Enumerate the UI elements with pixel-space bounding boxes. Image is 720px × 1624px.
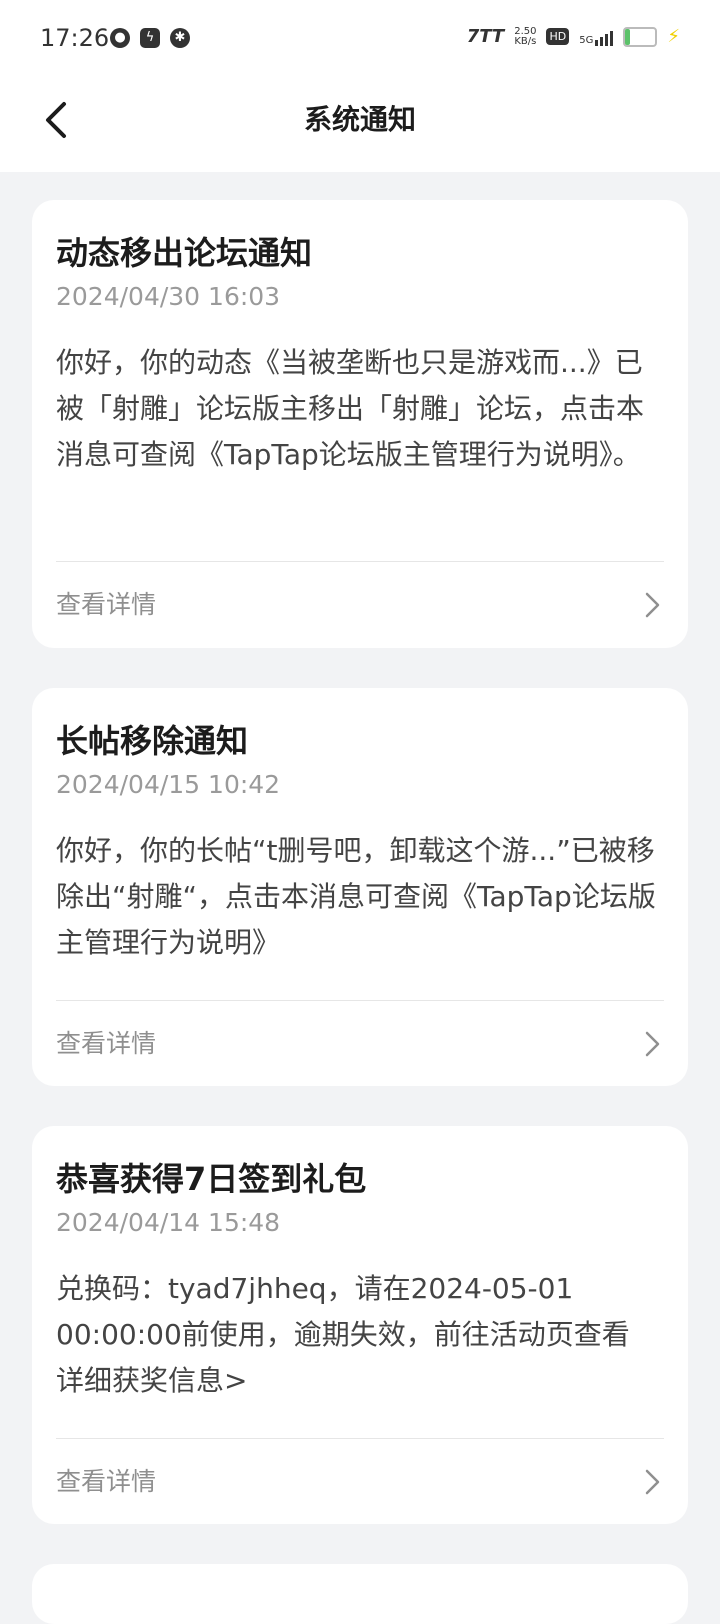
notification-body: 你好，你的动态《当被垄断也只是游戏而...》已被「射雕」论坛版主移出「射雕」论坛… [56,346,645,471]
notification-body: 你好，你的长帖“t删号吧，卸载这个游...”已被移除出“射雕“，点击本消息可查阅… [56,834,656,959]
battery-level: 14 [633,29,648,43]
status-bar: 17:26 ● ϟ ✱ 7TT 2.50 KB/s HD 5G 14 ⚡ [0,0,720,80]
view-details-link[interactable]: 查看详情 [32,1004,688,1084]
notification-card-partial[interactable] [32,1564,688,1624]
signal-icon: 5G [579,28,614,46]
notification-card[interactable]: 恭喜获得7日签到礼包 2024/04/14 15:48 兑换码：tyad7jhh… [32,1126,688,1524]
notification-time: 2024/04/15 10:42 [56,770,281,799]
notification-title: 恭喜获得7日签到礼包 [56,1160,367,1198]
chevron-right-icon [645,592,660,618]
notification-time: 2024/04/14 15:48 [56,1208,281,1237]
view-details-label: 查看详情 [56,1467,157,1496]
notification-time: 2024/04/30 16:03 [56,282,281,311]
page-title: 系统通知 [303,103,416,136]
divider [56,561,664,562]
gear-icon: ✱ [170,28,190,48]
network-speed: 2.50 KB/s [514,25,537,47]
view-details-link[interactable]: 查看详情 [32,565,688,645]
hd-icon: HD [546,28,570,45]
flash-icon: ϟ [140,28,160,48]
divider [56,1000,664,1001]
status-time: 17:26 [40,24,110,52]
notification-card[interactable]: 动态移出论坛通知 2024/04/30 16:03 你好，你的动态《当被垄断也只… [32,200,688,648]
chevron-right-icon [645,1031,660,1057]
chevron-right-icon [645,1469,660,1495]
notification-title: 长帖移除通知 [56,722,249,760]
view-details-label: 查看详情 [56,1029,157,1058]
view-details-link[interactable]: 查看详情 [32,1442,688,1522]
cat-icon: ● [110,28,130,48]
carrier-logo-icon: 7TT [466,26,505,47]
view-details-label: 查看详情 [56,590,157,619]
notification-body: 兑换码：tyad7jhheq，请在2024-05-01 00:00:00前使用，… [56,1272,630,1397]
status-left-icons: ● ϟ ✱ [110,28,190,48]
notification-title: 动态移出论坛通知 [56,234,313,272]
divider [56,1438,664,1439]
nav-bar: 系统通知 [0,80,720,172]
battery-icon: 14 [623,26,658,47]
status-right-icons: 7TT 2.50 KB/s HD 5G 14 ⚡ [467,26,680,47]
charging-icon: ⚡ [667,26,680,47]
notification-card[interactable]: 长帖移除通知 2024/04/15 10:42 你好，你的长帖“t删号吧，卸载这… [32,688,688,1086]
